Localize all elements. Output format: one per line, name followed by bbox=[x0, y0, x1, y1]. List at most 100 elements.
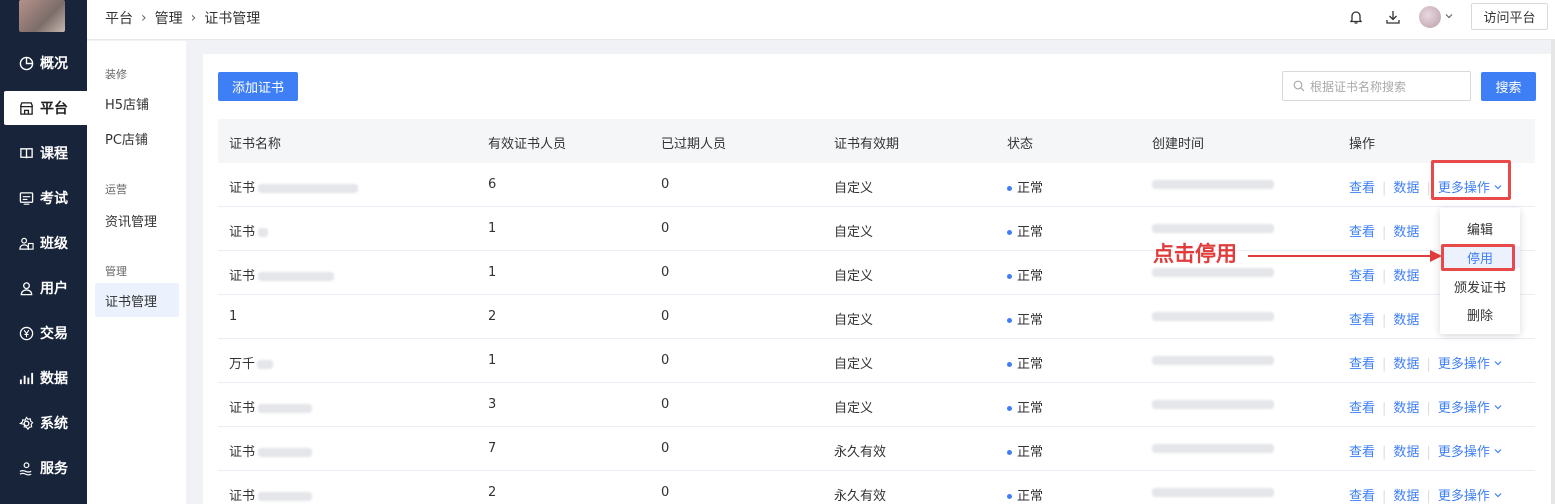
avatar[interactable] bbox=[1419, 6, 1441, 28]
view-link[interactable]: 查看 bbox=[1349, 357, 1375, 372]
breadcrumb-item[interactable]: 平台 bbox=[105, 8, 133, 28]
data-link[interactable]: 数据 bbox=[1393, 445, 1419, 460]
sidebar-item-exams[interactable]: 考试 bbox=[4, 181, 87, 215]
more-actions-label: 更多操作 bbox=[1437, 401, 1490, 416]
status-cell: 正常 bbox=[1007, 485, 1043, 504]
pie-chart-icon bbox=[18, 55, 34, 71]
status-badge: 正常 bbox=[1017, 269, 1044, 284]
view-link[interactable]: 查看 bbox=[1349, 445, 1375, 460]
search-button[interactable]: 搜索 bbox=[1481, 72, 1536, 101]
column-header: 已过期人员 bbox=[661, 137, 727, 152]
view-link[interactable]: 查看 bbox=[1349, 401, 1375, 416]
redacted-text bbox=[258, 404, 313, 413]
redacted-text bbox=[1152, 312, 1274, 321]
valid-count: 1 bbox=[488, 221, 497, 236]
column-header: 状态 bbox=[1007, 137, 1034, 152]
submenu-item-news[interactable]: 资讯管理 bbox=[95, 203, 179, 237]
table-row: 证书 7 0 永久有效 正常 查看 | 数据 | 更多操作 bbox=[218, 427, 1535, 471]
sidebar-item-classes[interactable]: 班级 bbox=[4, 226, 87, 260]
view-link[interactable]: 查看 bbox=[1349, 269, 1375, 284]
breadcrumb-separator-icon: › bbox=[190, 10, 197, 26]
view-link[interactable]: 查看 bbox=[1349, 489, 1375, 504]
validity-period: 自定义 bbox=[834, 357, 874, 372]
user-icon bbox=[18, 280, 34, 296]
cert-name: 证书 bbox=[229, 269, 256, 284]
breadcrumb-item[interactable]: 管理 bbox=[155, 8, 183, 28]
sidebar-item-label: 系统 bbox=[40, 416, 68, 432]
dropdown-item-edit[interactable]: 编辑 bbox=[1440, 217, 1520, 239]
more-actions-link[interactable]: 更多操作 bbox=[1438, 485, 1503, 504]
divider: | bbox=[1382, 401, 1387, 416]
sidebar-item-system[interactable]: 系统 bbox=[4, 406, 87, 440]
chevron-down-icon bbox=[1494, 404, 1502, 409]
submenu-group-title: 管理 bbox=[105, 265, 127, 278]
valid-count: 3 bbox=[488, 397, 497, 412]
validity-period: 永久有效 bbox=[834, 445, 887, 460]
status-cell: 正常 bbox=[1007, 309, 1043, 328]
status-badge: 正常 bbox=[1017, 357, 1044, 372]
dropdown-item-issue-certificate[interactable]: 颁发证书 bbox=[1440, 275, 1520, 297]
sidebar-item-platform[interactable]: 平台 bbox=[4, 91, 87, 125]
sidebar-item-data[interactable]: 数据 bbox=[4, 361, 87, 395]
cert-name-cell: 证书 bbox=[229, 265, 335, 284]
cert-name-cell: 证书 bbox=[229, 485, 313, 504]
logo[interactable] bbox=[19, 0, 65, 32]
status-badge: 正常 bbox=[1017, 181, 1044, 196]
view-link[interactable]: 查看 bbox=[1349, 181, 1375, 196]
data-link[interactable]: 数据 bbox=[1393, 313, 1419, 328]
store-icon bbox=[18, 100, 34, 116]
submenu-item-h5-store[interactable]: H5店铺 bbox=[95, 86, 179, 120]
actions-cell: 查看 | 数据 | 更多操作 bbox=[1349, 441, 1503, 460]
search-input[interactable]: 根据证书名称搜索 bbox=[1282, 71, 1471, 101]
more-actions-link[interactable]: 更多操作 bbox=[1438, 441, 1503, 460]
data-link[interactable]: 数据 bbox=[1393, 225, 1419, 240]
view-link[interactable]: 查看 bbox=[1349, 225, 1375, 240]
submenu-item-pc-store[interactable]: PC店铺 bbox=[95, 121, 179, 155]
yen-icon bbox=[18, 325, 34, 341]
sidebar-item-label: 服务 bbox=[40, 461, 68, 477]
redacted-text bbox=[258, 492, 313, 501]
cert-name-cell: 证书 bbox=[229, 221, 269, 240]
column-header: 证书有效期 bbox=[834, 137, 900, 152]
content-panel: 添加证书 根据证书名称搜索 搜索 证书名称 有效证书人员 已过期人员 证书有效期… bbox=[203, 54, 1553, 504]
chevron-down-icon[interactable] bbox=[1444, 10, 1454, 25]
status-badge: 正常 bbox=[1017, 225, 1044, 240]
scrollbar[interactable] bbox=[1551, 40, 1555, 504]
sidebar-item-overview[interactable]: 概况 bbox=[4, 46, 87, 80]
download-icon[interactable] bbox=[1383, 7, 1403, 27]
more-actions-link[interactable]: 更多操作 bbox=[1438, 397, 1503, 416]
sidebar-item-services[interactable]: 服务 bbox=[4, 451, 87, 485]
bell-icon[interactable] bbox=[1346, 7, 1366, 27]
valid-count: 1 bbox=[488, 353, 497, 368]
cert-name: 证书 bbox=[229, 489, 256, 504]
data-link[interactable]: 数据 bbox=[1393, 357, 1419, 372]
redacted-text bbox=[258, 228, 269, 237]
dropdown-item-delete[interactable]: 删除 bbox=[1440, 303, 1520, 325]
cert-name: 万千 bbox=[229, 357, 256, 372]
sidebar-item-label: 交易 bbox=[40, 326, 68, 342]
add-certificate-button[interactable]: 添加证书 bbox=[218, 72, 298, 101]
expired-count: 0 bbox=[661, 353, 670, 368]
sidebar-item-transactions[interactable]: 交易 bbox=[4, 316, 87, 350]
data-link[interactable]: 数据 bbox=[1393, 181, 1419, 196]
sidebar-item-courses[interactable]: 课程 bbox=[4, 136, 87, 170]
validity-period: 永久有效 bbox=[834, 489, 887, 504]
actions-cell: 查看 | 数据 bbox=[1349, 221, 1419, 240]
visit-platform-button[interactable]: 访问平台 bbox=[1471, 3, 1548, 30]
more-actions-link[interactable]: 更多操作 bbox=[1438, 353, 1503, 372]
redacted-text bbox=[1152, 444, 1274, 453]
data-link[interactable]: 数据 bbox=[1393, 269, 1419, 284]
status-cell: 正常 bbox=[1007, 265, 1043, 284]
sidebar-item-users[interactable]: 用户 bbox=[4, 271, 87, 305]
redacted-text bbox=[1152, 268, 1274, 277]
exam-icon bbox=[18, 190, 34, 206]
view-link[interactable]: 查看 bbox=[1349, 313, 1375, 328]
expired-count: 0 bbox=[661, 397, 670, 412]
divider: | bbox=[1426, 357, 1431, 372]
data-link[interactable]: 数据 bbox=[1393, 489, 1419, 504]
created-time bbox=[1152, 397, 1274, 412]
data-link[interactable]: 数据 bbox=[1393, 401, 1419, 416]
submenu-item-certificates[interactable]: 证书管理 bbox=[95, 283, 179, 317]
redacted-text bbox=[1152, 180, 1274, 189]
class-icon bbox=[18, 235, 34, 251]
